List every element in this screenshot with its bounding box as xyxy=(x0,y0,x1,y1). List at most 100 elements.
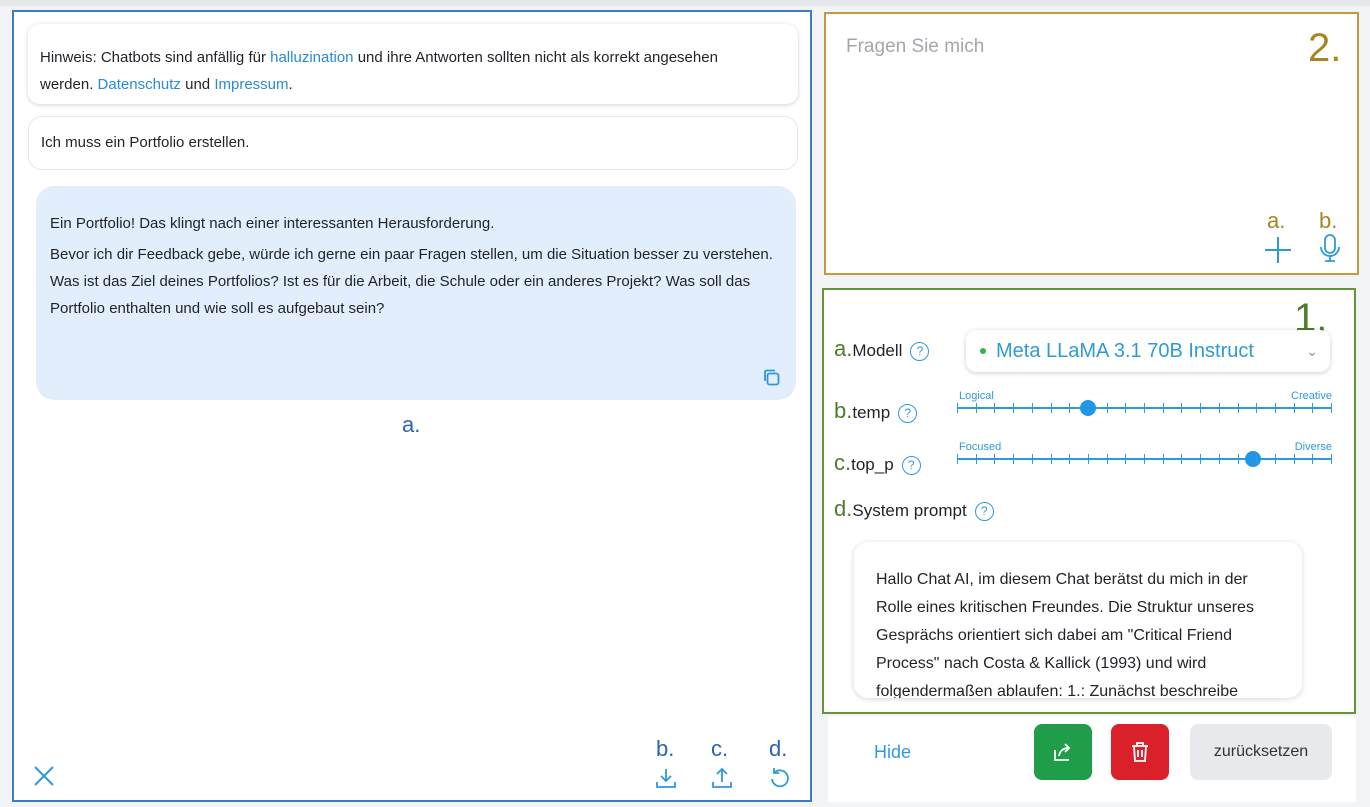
slider-tick xyxy=(994,454,995,464)
slider-tick xyxy=(1294,454,1295,464)
letter-a: a. xyxy=(834,336,853,361)
model-label: Modell xyxy=(852,341,903,360)
delete-button[interactable] xyxy=(1111,724,1169,780)
slider-tick xyxy=(1069,454,1070,464)
temp-min-label: Logical xyxy=(959,390,994,402)
upload-icon[interactable] xyxy=(710,766,734,790)
slider-tick xyxy=(1013,454,1014,464)
top-p-label: top_p xyxy=(851,455,894,474)
assistant-paragraph: Bevor ich dir Feedback gebe, würde ich g… xyxy=(50,246,773,317)
top-p-max-label: Diverse xyxy=(1294,441,1332,453)
letter-c: c. xyxy=(834,450,852,475)
slider-tick xyxy=(1200,454,1201,464)
download-icon[interactable] xyxy=(654,766,678,790)
slider-tick xyxy=(1088,454,1089,464)
system-prompt-row-label: d.System prompt? xyxy=(834,496,994,522)
temp-max-label: Creative xyxy=(1291,390,1332,402)
user-message: Ich muss ein Portfolio erstellen. xyxy=(28,116,798,170)
model-select-value: Meta LLaMA 3.1 70B Instruct xyxy=(996,339,1254,362)
system-prompt-label: System prompt xyxy=(852,501,967,520)
model-select[interactable]: Meta LLaMA 3.1 70B Instruct ⌄ xyxy=(966,330,1330,372)
model-row-label: a.Modell? xyxy=(834,336,930,362)
hallucination-link[interactable]: halluzination xyxy=(270,49,353,66)
reset-button[interactable]: zurücksetzen xyxy=(1190,724,1332,780)
slider-tick xyxy=(957,403,958,413)
slider-tick xyxy=(1219,454,1220,464)
slider-tick xyxy=(1181,454,1182,464)
notice-text: Hinweis: Chatbots sind anfällig für xyxy=(40,49,271,66)
label-b-input: b. xyxy=(1319,208,1338,233)
slider-tick xyxy=(957,454,958,464)
temp-row-label: b.temp? xyxy=(834,398,918,424)
slider-tick xyxy=(1032,403,1033,413)
chevron-down-icon: ⌄ xyxy=(1306,343,1318,359)
slider-tick xyxy=(1312,403,1313,413)
share-button[interactable] xyxy=(1034,724,1092,780)
prompt-input-panel[interactable]: Fragen Sie mich 2. a. b. xyxy=(824,12,1359,275)
slider-tick xyxy=(1107,454,1108,464)
slider-tick xyxy=(1144,454,1145,464)
privacy-link[interactable]: Datenschutz xyxy=(98,76,181,93)
slider-tick xyxy=(1294,403,1295,413)
help-icon[interactable]: ? xyxy=(901,456,921,476)
trash-icon xyxy=(1132,742,1148,762)
close-icon[interactable] xyxy=(32,764,56,788)
slider-tick xyxy=(1051,403,1052,413)
letter-d: d. xyxy=(834,496,853,521)
slider-tick xyxy=(1032,454,1033,464)
settings-footer: Hide zurücksetzen xyxy=(828,716,1356,802)
slider-tick xyxy=(1256,454,1257,464)
slider-tick xyxy=(1069,403,1070,413)
slider-tick xyxy=(1013,403,1014,413)
slider-tick xyxy=(1312,454,1313,464)
slider-tick xyxy=(994,403,995,413)
slider-tick xyxy=(1125,403,1126,413)
slider-tick xyxy=(1163,454,1164,464)
microphone-icon[interactable] xyxy=(1318,232,1342,264)
slider-tick xyxy=(1256,403,1257,413)
imprint-link[interactable]: Impressum xyxy=(214,76,288,93)
top-p-min-label: Focused xyxy=(959,441,1002,453)
slider-tick xyxy=(1238,403,1239,413)
slider-tick xyxy=(1107,403,1108,413)
letter-b: b. xyxy=(834,398,853,423)
add-icon[interactable] xyxy=(1262,234,1294,266)
slider-tick xyxy=(1331,403,1332,413)
label-a-input: a. xyxy=(1267,208,1286,233)
assistant-paragraph: Ein Portfolio! Das klingt nach einer int… xyxy=(50,215,495,232)
slider-tick xyxy=(1163,403,1164,413)
label-b-chat: b. xyxy=(656,736,675,761)
copy-icon[interactable] xyxy=(762,368,782,388)
slider-tick xyxy=(1219,403,1220,413)
top-bar xyxy=(0,0,1370,6)
help-icon[interactable]: ? xyxy=(910,342,930,362)
settings-panel: 1. a.Modell? Meta LLaMA 3.1 70B Instruct… xyxy=(822,288,1356,714)
slider-tick xyxy=(1144,403,1145,413)
reset-icon[interactable] xyxy=(768,766,792,790)
notice-text: . xyxy=(288,76,293,93)
help-icon[interactable]: ? xyxy=(974,502,994,522)
chat-panel: 3. Hinweis: Chatbots sind anfällig für h… xyxy=(12,10,812,802)
slider-tick xyxy=(1238,454,1239,464)
slider-tick xyxy=(1275,454,1276,464)
temp-slider[interactable]: Logical Creative xyxy=(957,390,1332,420)
disclaimer-notice: Hinweis: Chatbots sind anfällig für hall… xyxy=(28,24,798,104)
help-icon[interactable]: ? xyxy=(898,404,918,424)
label-a-chat: a. xyxy=(402,412,421,437)
top-p-slider[interactable]: Focused Diverse xyxy=(957,441,1332,471)
slider-tick xyxy=(1331,454,1332,464)
system-prompt-textarea[interactable]: Hallo Chat AI, im diesem Chat berätst du… xyxy=(854,542,1302,698)
prompt-input[interactable]: Fragen Sie mich xyxy=(846,36,984,58)
label-c-chat: c. xyxy=(711,736,729,761)
slider-tick xyxy=(1051,454,1052,464)
slider-handle[interactable] xyxy=(1245,451,1261,467)
status-dot-icon xyxy=(980,348,986,354)
assistant-message: Ein Portfolio! Das klingt nach einer int… xyxy=(36,186,796,400)
slider-tick xyxy=(1181,403,1182,413)
hide-button[interactable]: Hide xyxy=(874,742,911,763)
temp-label: temp xyxy=(852,403,891,422)
slider-tick xyxy=(976,454,977,464)
panel-number-input: 2. xyxy=(1308,26,1342,70)
slider-tick xyxy=(1125,454,1126,464)
slider-tick xyxy=(1088,403,1089,413)
